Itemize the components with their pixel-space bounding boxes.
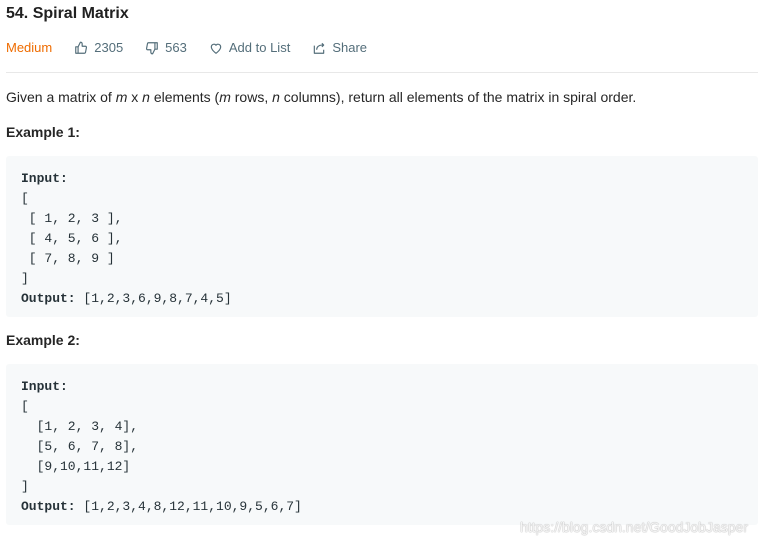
thumbs-up-icon xyxy=(75,41,88,54)
add-to-list-label: Add to List xyxy=(228,40,291,55)
difficulty-label: Medium xyxy=(6,40,53,55)
watermark: https://blog.csdn.net/GoodJobJasper xyxy=(519,519,748,535)
input-label-line: Input: xyxy=(21,171,68,186)
code-line: [ 7, 8, 9 ] xyxy=(21,251,115,266)
example-1-title: Example 1: xyxy=(6,124,80,140)
thumbs-down-icon xyxy=(146,41,159,54)
code-line: ] xyxy=(21,479,29,494)
problem-description: Given a matrix of m x n elements (m rows… xyxy=(6,89,637,105)
heart-icon xyxy=(210,43,222,54)
code-line: ] xyxy=(21,271,29,286)
output-line: Output: [1,2,3,6,9,8,7,4,5] xyxy=(21,291,232,306)
code-line: [ xyxy=(21,399,29,414)
problem-title: 54. Spiral Matrix xyxy=(6,5,129,22)
problem-meta-bar: Medium 2305 563 Add to List Share xyxy=(6,40,389,55)
input-label-line: Input: xyxy=(21,379,68,394)
code-line: [ 1, 2, 3 ], xyxy=(21,211,123,226)
share-icon xyxy=(314,42,325,54)
dislike-button[interactable]: 563 xyxy=(145,40,187,55)
code-line: [9,10,11,12] xyxy=(21,459,131,474)
code-line: [ xyxy=(21,191,29,206)
dislike-count: 563 xyxy=(165,40,187,55)
example-1-code-block: Input: [ [ 1, 2, 3 ], [ 4, 5, 6 ], [ 7, … xyxy=(6,156,758,317)
example-2-code-block: Input: [ [1, 2, 3, 4], [5, 6, 7, 8], [9,… xyxy=(6,364,758,525)
code-line: [1, 2, 3, 4], xyxy=(21,419,139,434)
share-label: Share xyxy=(332,40,368,55)
like-count: 2305 xyxy=(94,40,124,55)
code-line: [ 4, 5, 6 ], xyxy=(21,231,123,246)
header-divider xyxy=(6,72,758,73)
share-button[interactable]: Share xyxy=(312,40,367,55)
like-button[interactable]: 2305 xyxy=(74,40,123,55)
code-line: [5, 6, 7, 8], xyxy=(21,439,139,454)
add-to-list-button[interactable]: Add to List xyxy=(209,40,290,55)
output-line: Output: [1,2,3,4,8,12,11,10,9,5,6,7] xyxy=(21,499,302,514)
example-2-title: Example 2: xyxy=(6,332,80,348)
